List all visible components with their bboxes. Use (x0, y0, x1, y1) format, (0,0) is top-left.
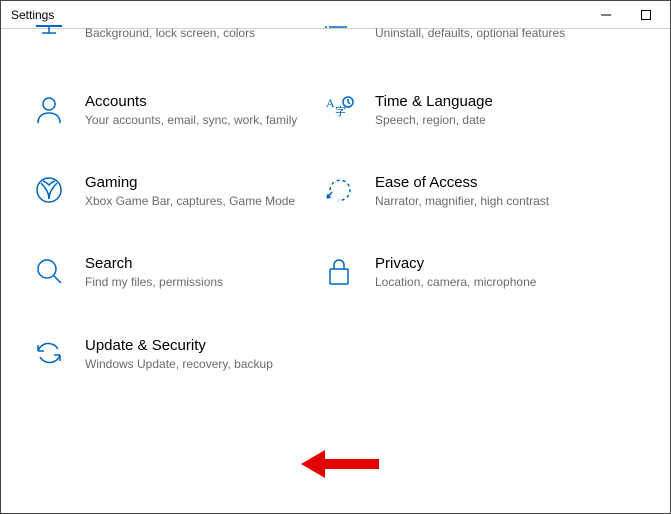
category-update-security[interactable]: Update & Security Windows Update, recove… (31, 337, 311, 372)
category-desc: Narrator, magnifier, high contrast (375, 193, 601, 209)
category-desc: Windows Update, recovery, backup (85, 356, 311, 372)
annotation-arrow (301, 447, 381, 481)
category-desc: Your accounts, email, sync, work, family (85, 112, 311, 128)
category-search[interactable]: Search Find my files, permissions (31, 255, 311, 290)
monitor-icon (31, 25, 67, 47)
apps-icon (321, 25, 357, 41)
globe-language-icon: A 字 (321, 93, 357, 123)
ease-of-access-icon (321, 174, 357, 204)
category-desc: Xbox Game Bar, captures, Game Mode (85, 193, 311, 209)
category-personalization[interactable]: Background, lock screen, colors (31, 25, 311, 47)
svg-text:A: A (326, 96, 335, 110)
lock-icon (321, 255, 357, 287)
search-icon (31, 255, 67, 285)
xbox-icon (31, 174, 67, 204)
category-title: Update & Security (85, 337, 311, 354)
person-icon (31, 93, 67, 125)
category-privacy[interactable]: Privacy Location, camera, microphone (321, 255, 601, 290)
category-gaming[interactable]: Gaming Xbox Game Bar, captures, Game Mod… (31, 174, 311, 209)
category-accounts[interactable]: Accounts Your accounts, email, sync, wor… (31, 93, 311, 128)
category-title: Search (85, 255, 311, 272)
category-title: Time & Language (375, 93, 601, 110)
category-ease-of-access[interactable]: Ease of Access Narrator, magnifier, high… (321, 174, 601, 209)
window-controls (586, 2, 666, 28)
category-time-language[interactable]: A 字 Time & Language Speech, region, date (321, 93, 601, 128)
maximize-button[interactable] (626, 2, 666, 28)
category-title: Ease of Access (375, 174, 601, 191)
category-desc: Location, camera, microphone (375, 274, 601, 290)
settings-grid: Background, lock screen, colors Uninstal… (1, 25, 670, 392)
category-title: Gaming (85, 174, 311, 191)
category-desc: Speech, region, date (375, 112, 601, 128)
category-title: Accounts (85, 93, 311, 110)
category-apps[interactable]: Uninstall, defaults, optional features (321, 25, 601, 47)
category-desc: Find my files, permissions (85, 274, 311, 290)
category-title: Privacy (375, 255, 601, 272)
category-desc: Background, lock screen, colors (85, 25, 311, 41)
minimize-button[interactable] (586, 2, 626, 28)
category-desc: Uninstall, defaults, optional features (375, 25, 601, 41)
sync-icon (31, 337, 67, 367)
window-title: Settings (11, 8, 54, 22)
